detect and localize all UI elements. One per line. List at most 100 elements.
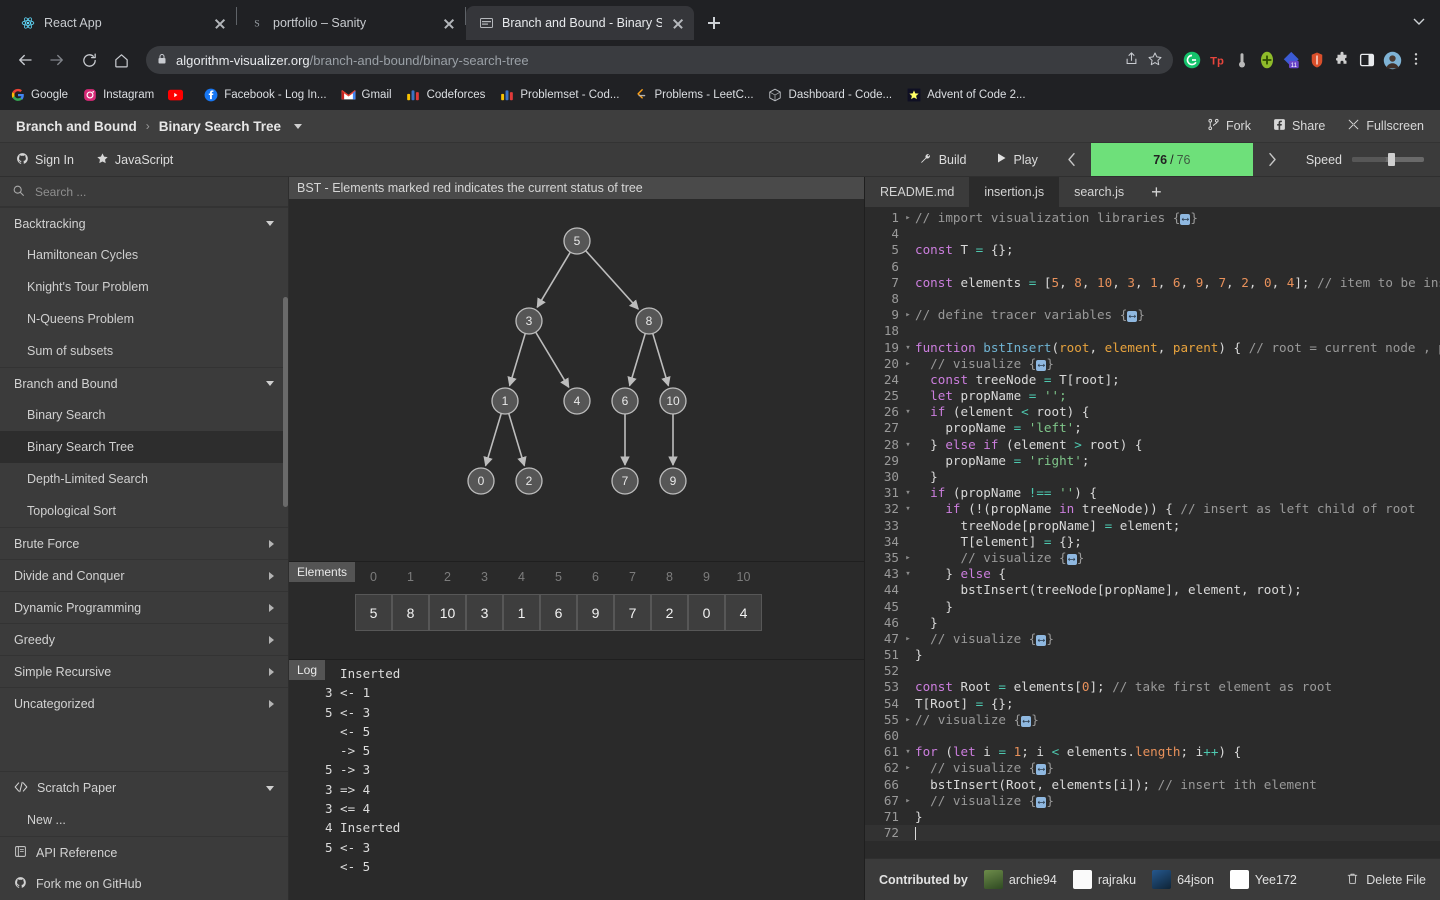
code-line[interactable]: 34 T[element] = {};: [865, 534, 1440, 550]
window-menu-icon[interactable]: [1412, 14, 1426, 28]
fold-toggle[interactable]: ▸: [901, 631, 915, 647]
bookmark-item[interactable]: Google: [10, 88, 68, 103]
code-line[interactable]: 31 ▾ if (propName !== '') {: [865, 485, 1440, 501]
add-extension-icon[interactable]: [1258, 51, 1276, 69]
fold-toggle[interactable]: [901, 647, 915, 663]
code-line[interactable]: 9 ▸// define tracer variables {⟷}: [865, 307, 1440, 323]
editor-tab-search[interactable]: search.js: [1059, 177, 1139, 207]
fold-toggle[interactable]: [901, 663, 915, 679]
thermometer-extension-icon[interactable]: [1233, 51, 1251, 69]
fold-toggle[interactable]: [901, 469, 915, 485]
editor-tab-insertion[interactable]: insertion.js: [969, 177, 1060, 207]
graph-node[interactable]: 4: [563, 387, 591, 415]
graph-node[interactable]: 1: [491, 387, 519, 415]
fold-toggle[interactable]: ▾: [901, 744, 915, 760]
fold-toggle[interactable]: ▾: [901, 404, 915, 420]
share-icon[interactable]: [1124, 51, 1139, 69]
fold-toggle[interactable]: ▸: [901, 307, 915, 323]
fold-toggle[interactable]: [901, 323, 915, 339]
code-line[interactable]: 29 propName = 'right';: [865, 453, 1440, 469]
side-panel-icon[interactable]: [1358, 51, 1376, 69]
code-line[interactable]: 43 ▾ } else {: [865, 566, 1440, 582]
fullscreen-button[interactable]: Fullscreen: [1347, 118, 1424, 134]
code-line[interactable]: 72: [865, 825, 1440, 842]
editor-tab-readme[interactable]: README.md: [865, 177, 969, 207]
fold-toggle[interactable]: [901, 679, 915, 695]
code-line[interactable]: 47 ▸ // visualize {⟷}: [865, 631, 1440, 647]
browser-tab[interactable]: S portfolio – Sanity: [237, 6, 465, 40]
array-cell[interactable]: 2: [651, 594, 688, 631]
array-cell[interactable]: 10: [429, 594, 466, 631]
share-button[interactable]: Share: [1273, 118, 1325, 134]
delete-file-button[interactable]: Delete File: [1346, 872, 1426, 888]
new-tab-button[interactable]: [700, 9, 728, 37]
fold-toggle[interactable]: [901, 599, 915, 615]
sidebar-item-binary-search[interactable]: Binary Search: [0, 399, 288, 431]
sidebar-group-dynamic-programming[interactable]: Dynamic Programming: [0, 591, 288, 623]
fold-toggle[interactable]: ▸: [901, 760, 915, 776]
fold-toggle[interactable]: [901, 259, 915, 275]
code-line[interactable]: 27 propName = 'left';: [865, 420, 1440, 436]
fold-toggle[interactable]: ▾: [901, 501, 915, 517]
puzzle-extension-icon[interactable]: [1333, 51, 1351, 69]
slider-knob[interactable]: [1388, 153, 1395, 166]
code-line[interactable]: 20 ▸ // visualize {⟷}: [865, 356, 1440, 372]
sidebar-item-binary-search-tree[interactable]: Binary Search Tree: [0, 431, 288, 463]
fold-toggle[interactable]: [901, 518, 915, 534]
fold-toggle[interactable]: ▸: [901, 793, 915, 809]
close-icon[interactable]: [212, 15, 228, 31]
bookmark-item[interactable]: Advent of Code 2...: [906, 88, 1026, 103]
code-line[interactable]: 4: [865, 226, 1440, 242]
chrome-menu-icon[interactable]: [1408, 51, 1426, 69]
build-button[interactable]: Build: [905, 143, 981, 176]
browser-tab-active[interactable]: Branch and Bound - Binary Sea: [466, 6, 694, 40]
back-arrow-icon[interactable]: [10, 45, 40, 75]
fold-toggle[interactable]: [901, 372, 915, 388]
home-icon[interactable]: [106, 45, 136, 75]
code-line[interactable]: 51}: [865, 647, 1440, 663]
code-line[interactable]: 71}: [865, 809, 1440, 825]
graph-node[interactable]: 6: [611, 387, 639, 415]
close-icon[interactable]: [670, 15, 686, 31]
code-line[interactable]: 26 ▾ if (element < root) {: [865, 404, 1440, 420]
fold-toggle[interactable]: [901, 242, 915, 258]
code-line[interactable]: 19 ▾ function bstInsert(root, element, par…: [865, 340, 1440, 356]
fork-me-on-github-link[interactable]: Fork me on GitHub: [0, 868, 288, 900]
sidebar-group-divide-and-conquer[interactable]: Divide and Conquer: [0, 559, 288, 591]
fold-toggle[interactable]: [901, 534, 915, 550]
grammarly-extension-icon[interactable]: [1183, 51, 1201, 69]
reload-icon[interactable]: [74, 45, 104, 75]
fold-toggle[interactable]: ▾: [901, 485, 915, 501]
sidebar-item-n-queens-problem[interactable]: N-Queens Problem: [0, 303, 288, 335]
sidebar-item-hamiltonean-cycles[interactable]: Hamiltonean Cycles: [0, 239, 288, 271]
fold-toggle[interactable]: [901, 388, 915, 404]
graph-node[interactable]: 10: [659, 387, 687, 415]
previous-step-button[interactable]: [1052, 143, 1091, 176]
forward-arrow-icon[interactable]: [42, 45, 72, 75]
graph-node[interactable]: 0: [467, 467, 495, 495]
array-cell[interactable]: 0: [688, 594, 725, 631]
code-line[interactable]: 66 bstInsert(Root, elements[i]); // inse…: [865, 777, 1440, 793]
breadcrumb-category[interactable]: Branch and Bound: [16, 119, 137, 134]
code-line[interactable]: 32 ▾ if (!(propName in treeNode)) { // in…: [865, 501, 1440, 517]
log-lines[interactable]: Inserted 3 <- 1 5 <- 3 <- 5 -> 5 5 -> 3 3 =>…: [289, 660, 864, 900]
code-line[interactable]: 46 }: [865, 615, 1440, 631]
code-line[interactable]: 54 T[Root] = {};: [865, 696, 1440, 712]
bookmark-item[interactable]: Problemset - Cod...: [499, 88, 619, 103]
tp-extension-icon[interactable]: Tp: [1208, 51, 1226, 69]
fold-toggle[interactable]: [901, 453, 915, 469]
code-line[interactable]: 62 ▸ // visualize {⟷}: [865, 760, 1440, 776]
code-line[interactable]: 61 ▾ for (let i = 1; i < elements.length; …: [865, 744, 1440, 760]
code-line[interactable]: 28 ▾ } else if (element > root) {: [865, 437, 1440, 453]
graph-node[interactable]: 2: [515, 467, 543, 495]
contributor-archie94[interactable]: archie94: [983, 870, 1057, 889]
api-reference-link[interactable]: API Reference: [0, 836, 288, 868]
bookmark-item[interactable]: Codeforces: [406, 88, 485, 103]
fold-toggle[interactable]: ▾: [901, 437, 915, 453]
fold-toggle[interactable]: [901, 777, 915, 793]
bookmark-item[interactable]: Problems - LeetC...: [633, 88, 754, 103]
fold-toggle[interactable]: ▸: [901, 356, 915, 372]
sidebar-scrollbar[interactable]: [283, 207, 288, 771]
fold-toggle[interactable]: ▸: [901, 550, 915, 566]
breadcrumb-algorithm[interactable]: Binary Search Tree: [159, 119, 281, 134]
